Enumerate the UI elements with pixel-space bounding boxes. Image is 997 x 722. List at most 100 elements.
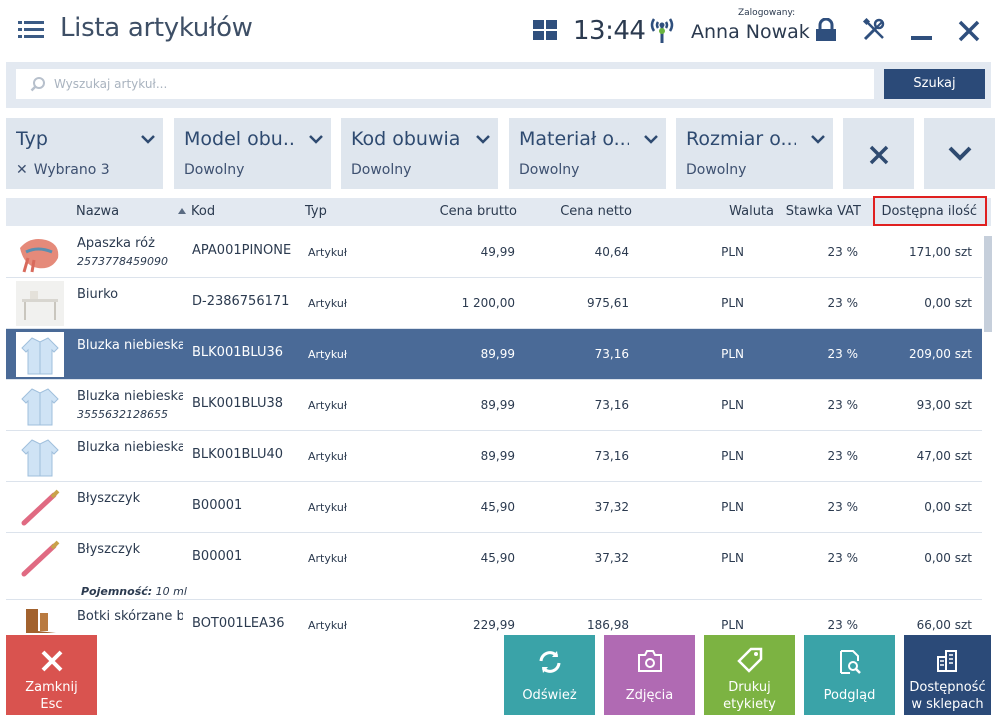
row-name: Botki skórzane br [77, 609, 183, 624]
filter-value: Dowolny [519, 162, 580, 178]
tag-icon [736, 647, 762, 673]
product-thumbnail [16, 281, 64, 326]
row-waluta: PLN [721, 347, 744, 361]
row-vat: 23 % [827, 398, 859, 412]
search-placeholder: Wyszukaj artykuł... [54, 77, 168, 91]
print-labels-line1: Drukuj [728, 680, 771, 695]
attribute-value: 10 ml [155, 585, 187, 598]
table-row[interactable]: Apaszka róż 2573778459090 APA001PINONE A… [6, 227, 982, 278]
row-code: BOT001LEA36 [192, 616, 285, 631]
refresh-label: Odśwież [522, 688, 577, 703]
row-vat: 23 % [827, 347, 859, 361]
row-vat: 23 % [827, 618, 859, 632]
close-button[interactable]: Zamknij Esc [6, 635, 97, 715]
menu-icon[interactable] [18, 20, 44, 40]
row-typ: Artykuł [308, 348, 347, 361]
row-typ: Artykuł [308, 246, 347, 259]
print-labels-line2: etykiety [723, 697, 776, 712]
scrollbar[interactable] [984, 236, 992, 332]
search-button[interactable]: Szukaj [884, 69, 985, 99]
column-header-brutto[interactable]: Cena brutto [440, 204, 517, 219]
column-header-typ[interactable]: Typ [305, 204, 327, 219]
product-thumbnail [16, 485, 64, 530]
search-icon [30, 77, 45, 92]
user-name: Anna Nowak [691, 21, 810, 43]
clear-filters-button[interactable] [843, 118, 914, 189]
row-netto: 73,16 [594, 398, 629, 412]
row-netto: 186,98 [587, 618, 629, 632]
row-vat: 23 % [827, 245, 859, 259]
row-netto: 73,16 [594, 449, 629, 463]
row-typ: Artykuł [308, 619, 347, 632]
product-thumbnail [16, 603, 64, 633]
search-input[interactable]: Wyszukaj artykuł... [16, 69, 874, 99]
column-header-netto[interactable]: Cena netto [560, 204, 632, 219]
clock: 13:44 [573, 16, 646, 46]
lock-icon[interactable] [815, 17, 837, 42]
table-row[interactable]: Bluzka niebieska 3555632128655 BLK001BLU… [6, 380, 982, 431]
row-netto: 975,61 [587, 296, 629, 310]
close-icon [869, 145, 889, 165]
filter-typ[interactable]: Typ ✕ Wybrano 3 [6, 118, 163, 189]
availability-line1: Dostępność [909, 680, 986, 695]
row-qty: 66,00 szt [916, 618, 972, 632]
row-attribute: Pojemność: 10 ml [81, 585, 187, 598]
table-row[interactable]: Biurko D-2386756171 Artykuł 1 200,00 975… [6, 278, 982, 329]
availability-line2: w sklepach [911, 697, 984, 712]
filter-kod[interactable]: Kod obuwia Dowolny [341, 118, 498, 189]
row-code: BLK001BLU38 [192, 396, 284, 411]
table-row[interactable]: Bluzka niebieska BLK001BLU40 Artykuł 89,… [6, 431, 982, 482]
table-row[interactable]: Botki skórzane br BOT001LEA36 Artykuł 22… [6, 600, 982, 633]
row-vat: 23 % [827, 296, 859, 310]
column-header-waluta[interactable]: Waluta [729, 204, 774, 219]
sort-asc-icon [178, 208, 186, 214]
tools-icon[interactable] [862, 17, 886, 42]
column-header-vat[interactable]: Stawka VAT [786, 204, 861, 219]
refresh-button[interactable]: Odśwież [504, 635, 595, 715]
row-brutto: 89,99 [480, 347, 515, 361]
row-typ: Artykuł [308, 297, 347, 310]
row-typ: Artykuł [308, 501, 347, 514]
highlight-box [873, 196, 987, 226]
clear-filter-icon[interactable]: ✕ [16, 162, 28, 178]
photos-label: Zdjęcia [625, 688, 674, 703]
expand-filters-button[interactable] [924, 118, 995, 189]
table-row[interactable]: Błyszczyk B00001 Artykuł 45,90 37,32 PLN… [6, 482, 982, 533]
row-qty: 0,00 szt [924, 551, 972, 565]
row-waluta: PLN [721, 296, 744, 310]
row-netto: 37,32 [594, 500, 629, 514]
buildings-icon [936, 650, 957, 672]
row-brutto: 45,90 [480, 500, 515, 514]
photos-button[interactable]: Zdjęcia [604, 635, 695, 715]
table-row-selected[interactable]: Bluzka niebieska BLK001BLU36 Artykuł 89,… [6, 329, 982, 380]
attribute-label: Pojemność: [81, 585, 153, 598]
chevron-down-icon [811, 135, 825, 144]
row-code: APA001PINONE [192, 243, 292, 258]
chevron-down-icon [644, 135, 658, 144]
print-labels-button[interactable]: Drukuj etykiety [704, 635, 795, 715]
chevron-down-icon [476, 135, 490, 144]
table-row[interactable]: Błyszczyk B00001 Artykuł 45,90 37,32 PLN… [6, 533, 982, 600]
row-code: BLK001BLU36 [192, 345, 284, 360]
filter-material[interactable]: Materiał o... Dowolny [509, 118, 666, 189]
row-waluta: PLN [721, 551, 744, 565]
store-availability-button[interactable]: Dostępność w sklepach [904, 635, 991, 715]
row-qty: 171,00 szt [908, 245, 972, 259]
tiles-icon[interactable] [533, 20, 557, 40]
filter-model[interactable]: Model obu... Dowolny [174, 118, 331, 189]
preview-label: Podgląd [823, 688, 876, 703]
filter-title: Kod obuwia [351, 128, 461, 150]
row-name: Błyszczyk [77, 542, 141, 557]
row-brutto: 49,99 [480, 245, 515, 259]
column-header-kod[interactable]: Kod [191, 204, 215, 219]
filter-value: Dowolny [686, 162, 747, 178]
preview-button[interactable]: Podgląd [804, 635, 895, 715]
logged-label: Zalogowany: [738, 8, 796, 18]
column-header-nazwa[interactable]: Nazwa [76, 204, 119, 219]
filter-rozmiar[interactable]: Rozmiar o... Dowolny [676, 118, 833, 189]
row-name: Błyszczyk [77, 491, 141, 506]
close-window-icon[interactable] [957, 19, 981, 43]
row-netto: 37,32 [594, 551, 629, 565]
row-vat: 23 % [827, 449, 859, 463]
minimize-icon[interactable] [911, 36, 932, 40]
